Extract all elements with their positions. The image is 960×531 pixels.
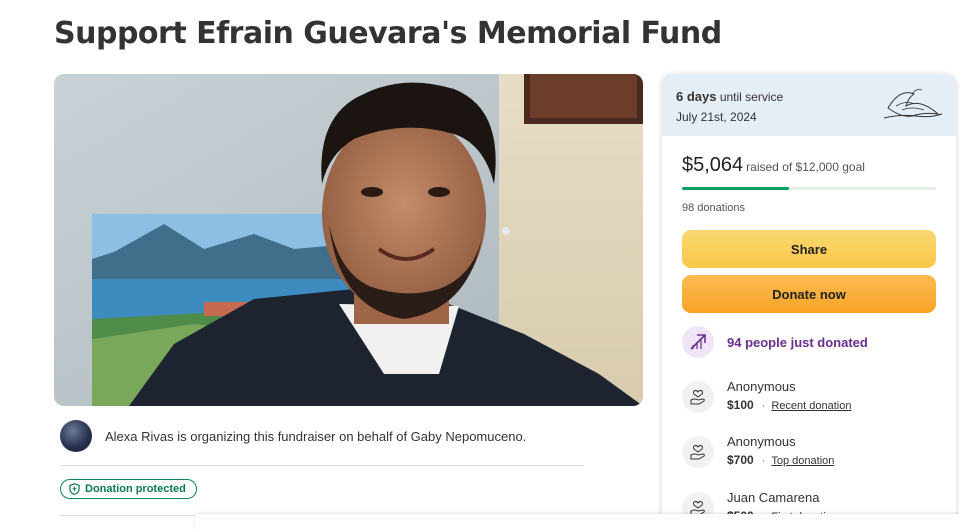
organizer-avatar[interactable] bbox=[60, 420, 92, 452]
donation-amount: $100 bbox=[727, 398, 754, 412]
hand-heart-icon bbox=[682, 436, 714, 468]
days-count: 6 days bbox=[676, 89, 717, 104]
lily-flower-icon bbox=[883, 89, 943, 119]
share-button[interactable]: Share bbox=[682, 230, 936, 268]
page-title: Support Efrain Guevara's Memorial Fund bbox=[54, 16, 722, 51]
donor-meta: $700 · Top donation bbox=[727, 453, 835, 467]
hero-photo-image bbox=[54, 74, 643, 406]
donor-name: Anonymous bbox=[727, 379, 796, 394]
trend-text: 94 people just donated bbox=[727, 334, 868, 350]
donation-protected-badge[interactable]: Donation protected bbox=[60, 479, 197, 499]
donation-tag-link[interactable]: Top donation bbox=[771, 455, 834, 467]
donor-name: Juan Camarena bbox=[727, 490, 820, 505]
raised-goal: raised of $12,000 goal bbox=[746, 160, 865, 174]
hand-heart-icon bbox=[682, 381, 714, 413]
trend-icon-circle bbox=[682, 326, 714, 358]
organizer-text: Alexa Rivas is organizing this fundraise… bbox=[105, 428, 527, 444]
donation-tag-link[interactable]: Recent donation bbox=[771, 400, 851, 412]
recent-activity: 94 people just donated bbox=[682, 326, 868, 358]
days-suffix: until service bbox=[716, 90, 784, 104]
progress-fill bbox=[682, 187, 790, 190]
amount-raised: $5,064 raised of $12,000 goal bbox=[682, 154, 865, 177]
bottom-overlay-bar bbox=[195, 514, 960, 531]
shield-icon bbox=[69, 483, 80, 495]
donation-item: Anonymous $700 · Top donation bbox=[682, 434, 834, 468]
donor-name: Anonymous bbox=[727, 434, 796, 449]
trending-up-icon bbox=[690, 334, 706, 350]
service-countdown: 6 days until service July 21st, 2024 bbox=[662, 74, 956, 136]
organizer-row: Alexa Rivas is organizing this fundraise… bbox=[60, 420, 526, 452]
progress-bar bbox=[682, 187, 936, 190]
donation-card: 6 days until service July 21st, 2024 $5,… bbox=[662, 74, 956, 531]
donations-count[interactable]: 98 donations bbox=[682, 202, 745, 214]
badge-label: Donation protected bbox=[85, 483, 186, 495]
divider bbox=[60, 465, 583, 466]
hero-photo[interactable] bbox=[54, 74, 643, 406]
donor-meta: $100 · Recent donation bbox=[727, 398, 852, 412]
donate-now-button[interactable]: Donate now bbox=[682, 275, 936, 313]
donation-item: Anonymous $100 · Recent donation bbox=[682, 379, 852, 413]
raised-amount: $5,064 bbox=[682, 154, 744, 176]
donation-amount: $700 bbox=[727, 453, 754, 467]
